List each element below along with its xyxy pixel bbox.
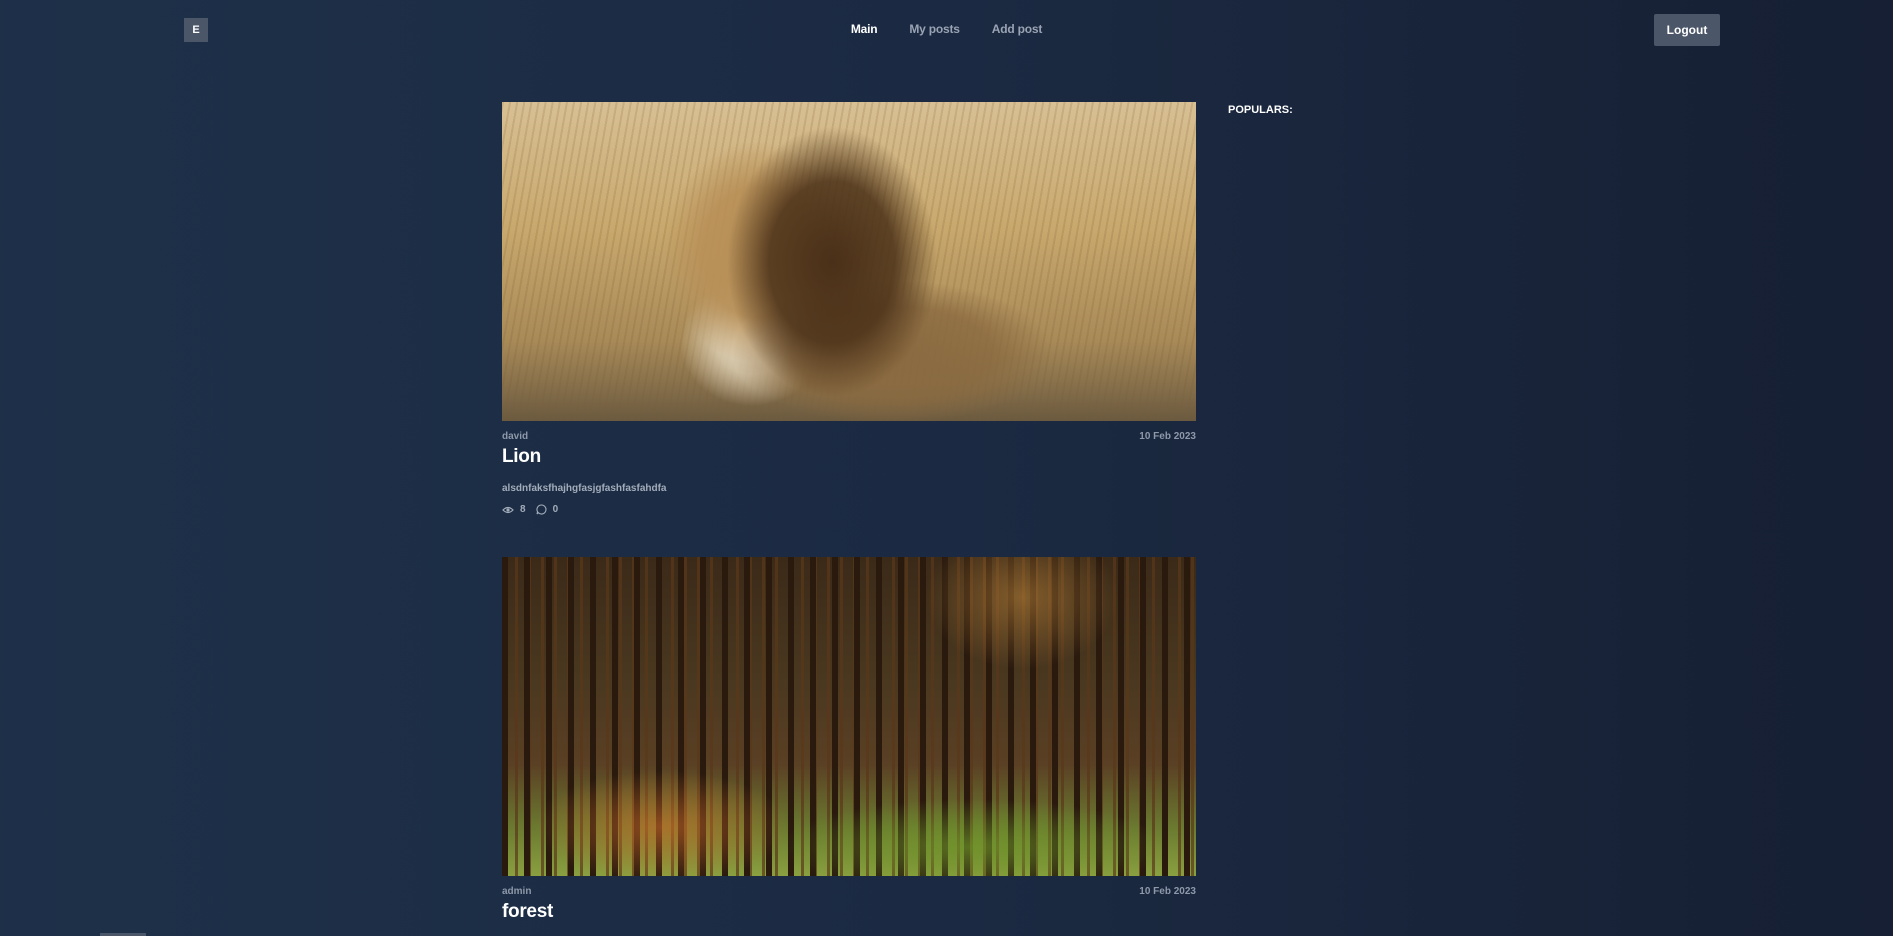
- comment-icon: [536, 504, 547, 515]
- post-author: david: [502, 431, 529, 442]
- post-card: admin 10 Feb 2023 forest: [502, 557, 1196, 924]
- comments-stat: 0: [536, 504, 559, 515]
- nav-main-link[interactable]: Main: [851, 22, 878, 36]
- post-date: 10 Feb 2023: [1139, 431, 1196, 442]
- post-excerpt: alsdnfaksfhajhgfasjgfashfasfahdfa: [502, 483, 667, 494]
- post-stats: 8 0: [502, 504, 1196, 515]
- views-stat: 8: [502, 504, 526, 515]
- post-date: 10 Feb 2023: [1139, 886, 1196, 897]
- nav-add-post-link[interactable]: Add post: [992, 22, 1043, 36]
- views-count: 8: [520, 504, 526, 515]
- comments-count: 0: [552, 504, 559, 515]
- logout-button[interactable]: Logout: [1654, 14, 1720, 46]
- post-meta: david 10 Feb 2023: [502, 431, 1196, 442]
- nav-my-posts-link[interactable]: My posts: [909, 22, 960, 36]
- post-image-lion[interactable]: [502, 102, 1196, 421]
- post-meta: admin 10 Feb 2023: [502, 886, 1196, 897]
- main-nav: Main My posts Add post: [0, 22, 1893, 36]
- post-title[interactable]: Lion: [502, 445, 1196, 469]
- post-author: admin: [502, 886, 532, 897]
- post-title[interactable]: forest: [502, 900, 1196, 924]
- top-bar: E Main My posts Add post Logout: [0, 0, 1893, 62]
- eye-icon: [502, 506, 514, 513]
- post-image-forest[interactable]: [502, 557, 1196, 876]
- populars-heading: POPULARS:: [1228, 104, 1293, 116]
- posts-feed: david 10 Feb 2023 Lion alsdnfaksfhajhgfa…: [502, 102, 1196, 936]
- post-card: david 10 Feb 2023 Lion alsdnfaksfhajhgfa…: [502, 102, 1196, 515]
